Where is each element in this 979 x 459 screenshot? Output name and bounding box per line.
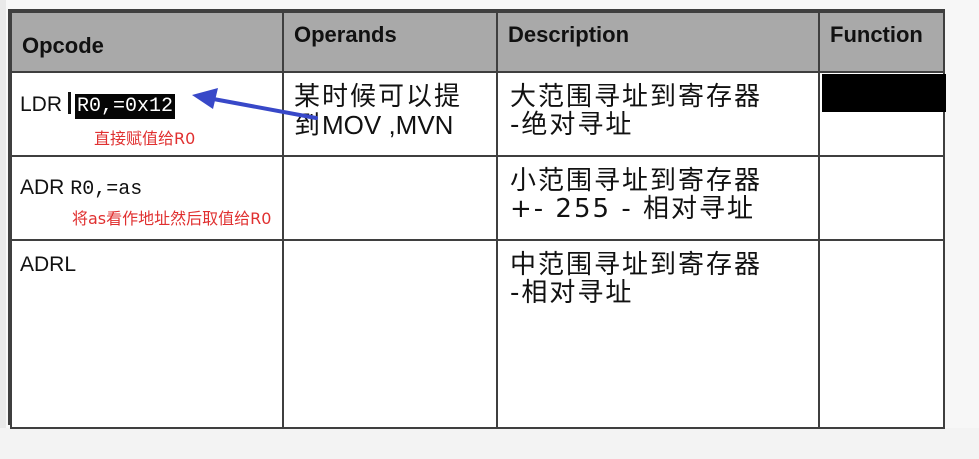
table-row: LDR R0,=0x12 直接赋值给R0 某时候可以提 到MOV ,MVN 大范围…: [10, 71, 946, 157]
annotation-text: 直接赋值给R0: [94, 129, 196, 148]
function-cell: [818, 155, 945, 241]
opcode-text[interactable]: LDR R0,=0x12: [20, 92, 176, 119]
opcode-text[interactable]: ADRL: [20, 253, 76, 277]
opcode-text[interactable]: ADR R0,=as: [20, 176, 142, 201]
table-row: ADR R0,=as 将as看作地址然后取值给R0 小范围寻址到寄存器 +- 2…: [10, 155, 945, 241]
selection-highlight: [822, 74, 946, 112]
header-opcode: Opcode: [10, 11, 284, 73]
opcode-cell: ADRL: [10, 239, 284, 429]
description-cell: 大范围寻址到寄存器 -绝对寻址: [496, 71, 820, 157]
header-description: Description: [496, 11, 820, 73]
function-cell: [818, 239, 945, 429]
page-edge: [0, 0, 6, 459]
description-line: +- 255 - 相对寻址: [510, 194, 755, 224]
opcode-mnemonic: ADR: [20, 176, 65, 199]
description-text: 大范围寻址到寄存器 -绝对寻址: [510, 83, 762, 139]
table-row: ADRL 中范围寻址到寄存器 -相对寻址: [10, 239, 945, 429]
opcode-mnemonic: LDR: [20, 93, 63, 116]
table-header-row: Opcode Operands Description Function: [10, 11, 945, 73]
description-line: -相对寻址: [510, 278, 634, 308]
header-operands: Operands: [282, 11, 498, 73]
description-cell: 小范围寻址到寄存器 +- 255 - 相对寻址: [496, 155, 820, 241]
header-function: Function: [818, 11, 945, 73]
description-text: 小范围寻址到寄存器 +- 255 - 相对寻址: [510, 167, 762, 223]
bottom-area: [0, 428, 979, 459]
opcode-operand-code: R0,=as: [70, 178, 143, 201]
description-text: 中范围寻址到寄存器 -相对寻址: [510, 251, 762, 307]
function-cell: [818, 71, 946, 157]
selected-operand-code[interactable]: R0,=0x12: [75, 94, 176, 119]
description-line: 大范围寻址到寄存器: [510, 82, 763, 112]
operands-cell: [282, 239, 498, 429]
text-cursor-icon: [68, 92, 72, 114]
description-line: 小范围寻址到寄存器: [510, 166, 763, 196]
description-cell: 中范围寻址到寄存器 -相对寻址: [496, 239, 820, 429]
instruction-table: Opcode Operands Description Function LDR…: [8, 9, 946, 429]
operands-cell: [282, 155, 498, 241]
opcode-mnemonic: ADRL: [20, 253, 77, 276]
arrow-pointer-icon: [192, 88, 318, 120]
description-line: 中范围寻址到寄存器: [510, 250, 763, 280]
description-line: -绝对寻址: [510, 110, 634, 140]
annotation-text: 将as看作地址然后取值给R0: [72, 209, 272, 228]
opcode-cell: ADR R0,=as 将as看作地址然后取值给R0: [10, 155, 284, 241]
